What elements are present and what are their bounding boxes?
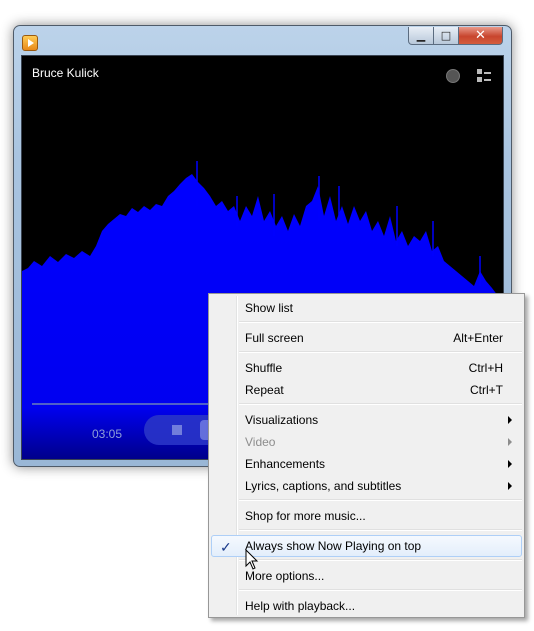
menu-item-label: Shuffle: [245, 361, 283, 375]
menu-item-shortcut: Ctrl+H: [468, 361, 503, 375]
submenu-arrow-icon: [508, 482, 512, 490]
menu-separator: [239, 529, 522, 531]
menu-separator: [239, 559, 522, 561]
menu-item-label: Always show Now Playing on top: [245, 539, 422, 553]
menu-separator: [239, 403, 522, 405]
menu-item-label: Full screen: [245, 331, 304, 345]
maximize-button[interactable]: □: [434, 27, 459, 45]
menu-separator: [239, 499, 522, 501]
menu-item-shortcut: Alt+Enter: [453, 331, 503, 345]
submenu-arrow-icon: [508, 416, 512, 424]
menu-item-label: Repeat: [245, 383, 284, 397]
menu-item-shop-for-music[interactable]: Shop for more music...: [211, 505, 522, 527]
close-button[interactable]: ✕: [459, 27, 503, 45]
menu-item-label: Visualizations: [245, 413, 319, 427]
menu-item-help-with-playback[interactable]: Help with playback...: [211, 595, 522, 617]
app-icon[interactable]: [22, 35, 38, 51]
menu-item-label: Help with playback...: [245, 599, 356, 613]
menu-item-lyrics-captions-subtitles[interactable]: Lyrics, captions, and subtitles: [211, 475, 522, 497]
checkmark-icon: ✓: [220, 539, 232, 555]
menu-separator: [239, 589, 522, 591]
stop-icon[interactable]: [172, 425, 182, 435]
switch-to-library-icon[interactable]: [477, 69, 491, 83]
menu-item-label: Lyrics, captions, and subtitles: [245, 479, 402, 493]
menu-item-repeat[interactable]: Repeat Ctrl+T: [211, 379, 522, 401]
menu-item-shortcut: Ctrl+T: [470, 383, 503, 397]
elapsed-time: 03:05: [92, 427, 123, 441]
menu-item-label: Shop for more music...: [245, 509, 366, 523]
now-playing-icon[interactable]: [446, 69, 460, 83]
submenu-arrow-icon: [508, 460, 512, 468]
minimize-button[interactable]: ▁: [408, 27, 434, 45]
menu-separator: [239, 351, 522, 353]
menu-item-enhancements[interactable]: Enhancements: [211, 453, 522, 475]
mouse-pointer-icon: [245, 549, 259, 570]
caption-buttons: ▁ □ ✕: [408, 27, 503, 46]
menu-item-label: More options...: [245, 569, 325, 583]
menu-item-video: Video: [211, 431, 522, 453]
menu-item-shuffle[interactable]: Shuffle Ctrl+H: [211, 357, 522, 379]
submenu-arrow-icon: [508, 438, 512, 446]
menu-item-label: Video: [245, 435, 276, 449]
menu-item-visualizations[interactable]: Visualizations: [211, 409, 522, 431]
menu-item-full-screen[interactable]: Full screen Alt+Enter: [211, 327, 522, 349]
menu-item-show-list[interactable]: Show list: [211, 297, 522, 319]
menu-item-label: Show list: [245, 301, 294, 315]
menu-separator: [239, 321, 522, 323]
now-playing-title: Bruce Kulick: [32, 66, 99, 80]
menu-item-label: Enhancements: [245, 457, 326, 471]
